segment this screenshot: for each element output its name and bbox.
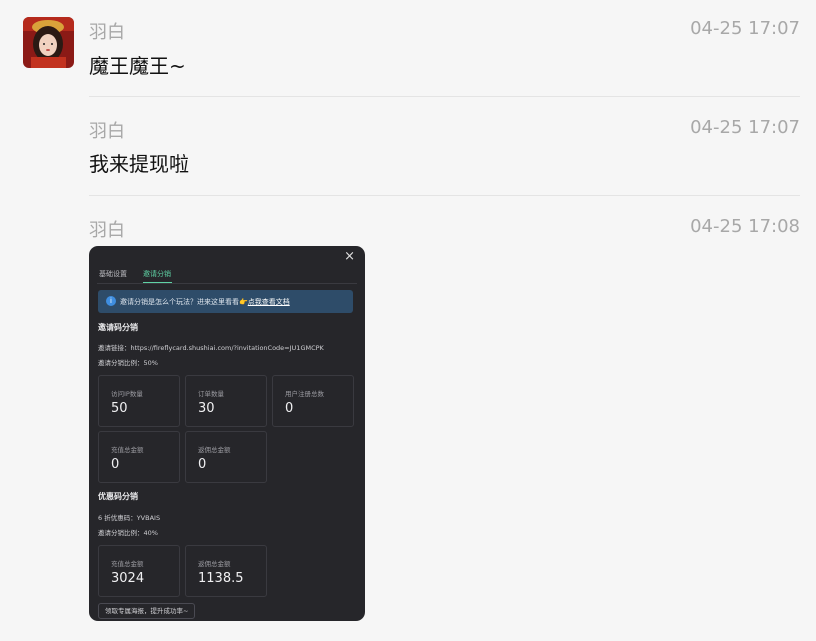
stat-value: 50 [111,401,128,416]
avatar[interactable] [23,17,74,68]
tab-basic-settings: 基础设置 [99,270,127,278]
message-text: 我来提现啦 [89,152,189,176]
image-message[interactable]: × 基础设置 邀请分销 i 邀请分销是怎么个玩法？进来这里看看👉点我查看文档 邀… [89,246,365,621]
divider [89,195,800,196]
stat-label: 订单数量 [198,390,224,398]
stat-label: 充值总金额 [111,560,144,568]
stat-card: 返佣总金额 1138.5 [185,545,267,597]
stat-value: 0 [198,457,207,472]
info-message: 邀请分销是怎么个玩法？进来这里看看👉 [120,298,248,306]
tab-divider [97,283,357,284]
stat-card: 用户注册总数 0 [272,375,354,427]
stat-value: 0 [285,401,294,416]
sender-name: 羽白 [89,22,125,43]
stat-label: 返佣总金额 [198,446,231,454]
close-icon: × [344,249,355,264]
info-banner: i 邀请分销是怎么个玩法？进来这里看看👉点我查看文档 [98,290,353,313]
sender-name: 羽白 [89,220,125,241]
coupon-ratio-value: 40% [143,529,158,537]
doc-link: 点我查看文档 [247,298,290,306]
stat-value: 30 [198,401,215,416]
coupon-code-label: 6 折优惠码： [98,514,137,522]
coupon-code-value: YVBAIS [136,514,161,522]
coupon-code-line: 6 折优惠码：YVBAIS [98,512,160,522]
invite-section-title: 邀请码分销 [98,323,138,332]
stat-value: 0 [111,457,120,472]
stat-label: 返佣总金额 [198,560,231,568]
stat-label: 充值总金额 [111,446,144,454]
invite-ratio-line: 邀请分销比例：50% [98,357,158,367]
stat-card: 访问IP数量 50 [98,375,180,427]
stat-card: 充值总金额 3024 [98,545,180,597]
coupon-section-title: 优惠码分销 [98,492,138,501]
invite-link-label: 邀请链接： [98,344,131,352]
stat-label: 访问IP数量 [111,390,143,398]
stat-value: 3024 [111,571,145,586]
message-time: 04-25 17:07 [690,18,800,39]
invite-link-line: 邀请链接：https://fireflycard.shushiai.com/?i… [98,342,324,352]
stat-card: 充值总金额 0 [98,431,180,483]
invite-ratio-value: 50% [143,359,158,367]
stat-label: 用户注册总数 [285,390,324,398]
divider [89,96,800,97]
coupon-ratio-label: 邀请分销比例： [98,529,144,537]
invite-ratio-label: 邀请分销比例： [98,359,144,367]
sender-name: 羽白 [89,121,125,142]
message-time: 04-25 17:08 [690,216,800,237]
stat-value: 1138.5 [198,571,244,586]
stat-card: 订单数量 30 [185,375,267,427]
stat-card: 返佣总金额 0 [185,431,267,483]
message-time: 04-25 17:07 [690,117,800,138]
poster-button: 领取专属海报，提升成功率~ [98,603,196,619]
invite-link-value: https://fireflycard.shushiai.com/?invita… [130,344,324,352]
coupon-ratio-line: 邀请分销比例：40% [98,527,158,537]
message-text: 魔王魔王~ [89,54,186,78]
info-text: 邀请分销是怎么个玩法？进来这里看看👉点我查看文档 [120,297,290,307]
info-icon: i [106,296,116,306]
tab-invite-distribution: 邀请分销 [143,270,171,278]
